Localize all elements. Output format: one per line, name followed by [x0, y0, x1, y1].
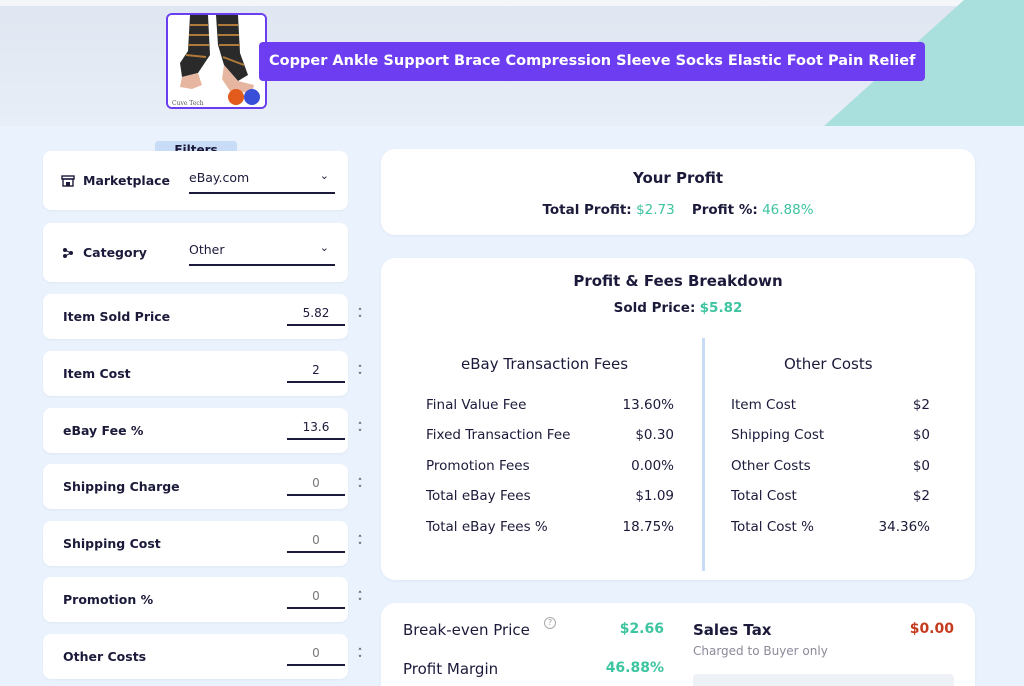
item-sold-price-input[interactable]: 5.82	[287, 306, 345, 326]
shipping-cost-input[interactable]: 0	[287, 533, 345, 553]
fee-label: Final Value Fee	[426, 397, 527, 413]
shipping-charge-field: Shipping Charge 0 ˄ ˅	[43, 464, 362, 509]
product-thumbnail[interactable]: Cuve Tech	[166, 13, 267, 109]
fee-value: $0.30	[635, 427, 674, 443]
ebay-fee-field: eBay Fee % 13.6 ˄ ˅	[43, 408, 362, 453]
shipping-charge-input[interactable]: 0	[287, 476, 345, 496]
ebay-fee-label: eBay Fee %	[63, 423, 144, 438]
category-icon	[63, 248, 73, 258]
category-value: Other	[189, 242, 225, 257]
tax-input-box[interactable]	[693, 674, 954, 686]
stepper-icon[interactable]: ˄ ˅	[354, 309, 366, 325]
help-icon[interactable]: ?	[544, 617, 556, 629]
thumb-caption: Cuve Tech	[172, 100, 204, 107]
total-profit-value: $2.73	[636, 202, 675, 218]
sold-price-value: $5.82	[699, 300, 743, 316]
fee-value: 18.75%	[622, 519, 674, 535]
column-divider	[702, 338, 705, 571]
marketplace-filter[interactable]: Marketplace eBay.com ⌄	[43, 151, 348, 210]
item-cost-field: Item Cost 2 ˄ ˅	[43, 351, 362, 396]
fee-label: Fixed Transaction Fee	[426, 427, 571, 443]
sales-tax-value: $0.00	[909, 621, 954, 637]
marketplace-value: eBay.com	[189, 170, 250, 185]
category-filter[interactable]: Category Other ⌄	[43, 223, 348, 282]
fee-label: Total eBay Fees %	[426, 519, 548, 535]
chevron-down-icon: ⌄	[319, 241, 329, 254]
fee-value: 0.00%	[631, 458, 674, 474]
product-title[interactable]: Copper Ankle Support Brace Compression S…	[259, 42, 926, 81]
ankle-sleeve-image: Cuve Tech	[168, 15, 265, 107]
marketplace-label: Marketplace	[83, 173, 171, 188]
fee-value: 13.60%	[622, 397, 674, 413]
breakeven-value: $2.66	[619, 621, 664, 637]
other-costs-input[interactable]: 0	[287, 646, 345, 666]
cost-value: $2	[912, 488, 930, 504]
ebay-fee-input[interactable]: 13.6	[287, 420, 345, 440]
total-profit-label: Total Profit:	[542, 202, 632, 218]
breakeven-label: Break-even Price	[403, 621, 530, 639]
category-select[interactable]: Other ⌄	[189, 241, 335, 266]
shipping-cost-field: Shipping Cost 0 ˄ ˅	[43, 521, 362, 566]
stepper-icon[interactable]: ˄ ˅	[354, 366, 366, 382]
item-sold-price-label: Item Sold Price	[63, 309, 171, 324]
fee-label: Total eBay Fees	[426, 488, 531, 504]
profit-title: Your Profit	[632, 169, 724, 187]
other-costs-field: Other Costs 0 ˄ ˅	[43, 634, 362, 679]
stepper-icon[interactable]: ˄ ˅	[354, 649, 366, 665]
sold-price-line: Sold Price: $5.82	[381, 300, 975, 316]
profit-panel: Your Profit Total Profit: $2.73 Profit %…	[381, 149, 975, 235]
sales-tax-note: Charged to Buyer only	[693, 644, 828, 658]
cost-label: Total Cost %	[731, 519, 814, 535]
promotion-input[interactable]: 0	[287, 589, 345, 609]
top-strip	[0, 0, 1024, 6]
marketplace-select[interactable]: eBay.com ⌄	[189, 169, 335, 194]
item-cost-label: Item Cost	[63, 366, 131, 381]
cost-value: $2	[912, 397, 930, 413]
item-sold-price-field: Item Sold Price 5.82 ˄ ˅	[43, 294, 362, 339]
promotion-field: Promotion % 0 ˄ ˅	[43, 577, 362, 622]
chevron-down-icon: ⌄	[319, 169, 329, 182]
profit-pct-value: 46.88%	[762, 202, 814, 218]
fee-label: Promotion Fees	[426, 458, 530, 474]
promotion-label: Promotion %	[63, 592, 154, 607]
profit-pct-label: Profit %:	[691, 202, 758, 218]
cost-label: Item Cost	[731, 397, 797, 413]
stepper-icon[interactable]: ˄ ˅	[354, 536, 366, 552]
cost-label: Shipping Cost	[731, 427, 825, 443]
stepper-icon[interactable]: ˄ ˅	[354, 479, 366, 495]
cost-label: Total Cost	[731, 488, 797, 504]
margin-value: 46.88%	[605, 660, 664, 676]
stepper-icon[interactable]: ˄ ˅	[354, 592, 366, 608]
sold-price-label: Sold Price:	[613, 300, 696, 316]
cost-value: $0	[912, 458, 930, 474]
cost-value: 34.36%	[878, 519, 930, 535]
store-icon	[61, 175, 75, 187]
cost-value: $0	[912, 427, 930, 443]
margin-label: Profit Margin	[403, 660, 499, 678]
cost-label: Other Costs	[731, 458, 811, 474]
stepper-icon[interactable]: ˄ ˅	[354, 423, 366, 439]
fees-column-title: eBay Transaction Fees	[461, 355, 629, 373]
costs-column-title: Other Costs	[784, 355, 873, 373]
shipping-charge-label: Shipping Charge	[63, 479, 180, 494]
sales-tax-label: Sales Tax	[693, 621, 772, 639]
item-cost-input[interactable]: 2	[287, 363, 345, 383]
shipping-cost-label: Shipping Cost	[63, 536, 161, 551]
product-header: Cuve Tech Copper Ankle Support Brace Com…	[0, 0, 1024, 126]
fee-value: $1.09	[635, 488, 674, 504]
category-label: Category	[83, 245, 147, 260]
breakdown-title: Profit & Fees Breakdown	[573, 272, 783, 290]
other-costs-label: Other Costs	[63, 649, 147, 664]
profit-summary: Total Profit: $2.73 Profit %: 46.88%	[381, 202, 975, 218]
